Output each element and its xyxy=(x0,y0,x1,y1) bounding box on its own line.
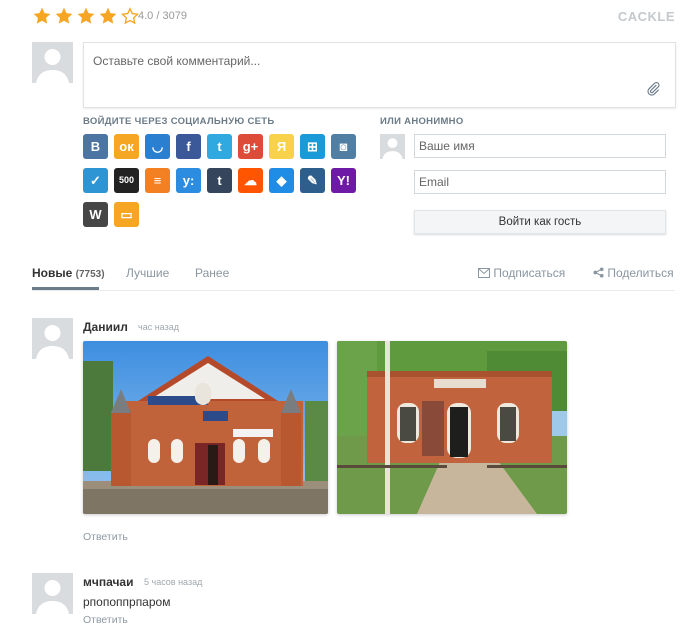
livejournal-login-button[interactable]: ✎ xyxy=(300,168,325,193)
soundcloud-login-button[interactable]: ☁ xyxy=(238,168,263,193)
google-plus-login-button[interactable]: g+ xyxy=(238,134,263,159)
comment-time[interactable]: 5 часов назад xyxy=(144,577,202,587)
tumblr-icon: t xyxy=(217,173,222,188)
comment-avatar[interactable] xyxy=(32,573,73,614)
windows-icon: ⊞ xyxy=(307,139,318,154)
share-label: Поделиться xyxy=(607,266,674,280)
wordpress-login-button[interactable]: W xyxy=(83,202,108,227)
dropbox-icon: ◆ xyxy=(276,173,287,188)
vkontakte-login-button[interactable]: B xyxy=(83,134,108,159)
instagram-login-button[interactable]: ◙ xyxy=(331,134,356,159)
current-user-avatar xyxy=(32,42,73,83)
google-plus-icon: g+ xyxy=(242,139,259,154)
tab-new-label: Новые xyxy=(32,266,73,280)
star-full-icon[interactable] xyxy=(76,6,96,26)
yandex-login-button[interactable]: Я xyxy=(269,134,294,159)
instagram-icon: ◙ xyxy=(339,139,348,154)
anonymous-label: ИЛИ АНОНИМНО xyxy=(380,116,464,127)
mail-ru-icon: ◡ xyxy=(151,139,164,154)
share-icon xyxy=(593,267,604,278)
tab-new-count: (7753) xyxy=(75,269,105,280)
yahoo-login-button[interactable]: Y! xyxy=(331,168,356,193)
brick-building-photo xyxy=(337,341,567,514)
comment-text: рпопоппрпаром xyxy=(83,595,171,609)
yahoo-answers-login-button[interactable]: y: xyxy=(176,168,201,193)
comment-avatar[interactable] xyxy=(32,318,73,359)
yandex-icon: Я xyxy=(276,139,287,154)
soundcloud-icon: ☁ xyxy=(244,173,257,188)
comment-author[interactable]: мчпачаи xyxy=(83,575,133,589)
default-avatar-icon xyxy=(382,138,403,159)
star-full-icon[interactable] xyxy=(54,6,74,26)
default-avatar-icon xyxy=(36,580,69,614)
yahoo-icon: Y! xyxy=(337,173,350,188)
mail-ru-login-button[interactable]: ◡ xyxy=(145,134,170,159)
guest-email-input[interactable]: Email xyxy=(414,170,666,194)
brick-shop-photo xyxy=(83,341,328,514)
subscribe-button[interactable]: Подписаться xyxy=(478,266,565,280)
star-full-icon[interactable] xyxy=(98,6,118,26)
twitter-login-button[interactable]: t xyxy=(207,134,232,159)
reply-link[interactable]: Ответить xyxy=(83,614,128,626)
windows-login-button[interactable]: ⊞ xyxy=(300,134,325,159)
myworld-icon: ✓ xyxy=(90,173,101,188)
cackle-logo[interactable]: CACKLE xyxy=(618,9,675,24)
guest-login-button[interactable]: Войти как гость xyxy=(414,210,666,234)
stackoverflow-icon: ≡ xyxy=(153,173,162,188)
twitter-icon: t xyxy=(217,139,222,154)
tumblr-login-button[interactable]: t xyxy=(207,168,232,193)
wordpress-icon: W xyxy=(89,207,102,222)
envelope-icon xyxy=(478,268,490,278)
tab-earlier[interactable]: Ранее xyxy=(195,266,229,280)
comment-input[interactable]: Оставьте свой комментарий... xyxy=(83,42,676,108)
tabs-divider xyxy=(32,290,675,291)
odnoklassniki-login-button[interactable]: ок xyxy=(114,134,139,159)
odnoklassniki-icon: ок xyxy=(119,139,134,154)
paperclip-icon[interactable] xyxy=(645,81,661,97)
social-login-label: ВОЙДИТЕ ЧЕРЕЗ СОЦИАЛЬНУЮ СЕТЬ xyxy=(83,116,275,127)
yahoo-answers-icon: y: xyxy=(182,173,195,188)
default-avatar-icon xyxy=(36,325,69,359)
facebook-icon: f xyxy=(186,139,191,154)
subscribe-label: Подписаться xyxy=(493,266,566,280)
comment-time[interactable]: час назад xyxy=(138,322,179,332)
vkontakte-icon: B xyxy=(90,139,101,154)
guest-name-input[interactable]: Ваше имя xyxy=(414,134,666,158)
default-avatar-icon xyxy=(36,49,69,83)
comment-author[interactable]: Даниил xyxy=(83,320,128,334)
guest-avatar xyxy=(380,134,405,159)
comment-photo-building[interactable] xyxy=(337,341,567,514)
share-button[interactable]: Поделиться xyxy=(593,266,674,280)
reply-link[interactable]: Ответить xyxy=(83,531,128,543)
comment-login-button[interactable]: ▭ xyxy=(114,202,139,227)
500px-icon: 500 xyxy=(118,175,135,185)
comment-photo-shop[interactable] xyxy=(83,341,328,514)
tab-best[interactable]: Лучшие xyxy=(126,266,169,280)
myworld-login-button[interactable]: ✓ xyxy=(83,168,108,193)
500px-login-button[interactable]: 500 xyxy=(114,168,139,193)
star-full-icon[interactable] xyxy=(32,6,52,26)
dropbox-login-button[interactable]: ◆ xyxy=(269,168,294,193)
star-empty-icon[interactable] xyxy=(120,6,140,26)
livejournal-icon: ✎ xyxy=(307,173,318,188)
tab-new[interactable]: Новые (7753) xyxy=(32,266,105,280)
stackoverflow-login-button[interactable]: ≡ xyxy=(145,168,170,193)
facebook-login-button[interactable]: f xyxy=(176,134,201,159)
comment-placeholder: Оставьте свой комментарий... xyxy=(93,54,261,68)
rating-summary: 4.0 / 3079 xyxy=(138,10,187,22)
comment-icon: ▭ xyxy=(120,207,133,222)
